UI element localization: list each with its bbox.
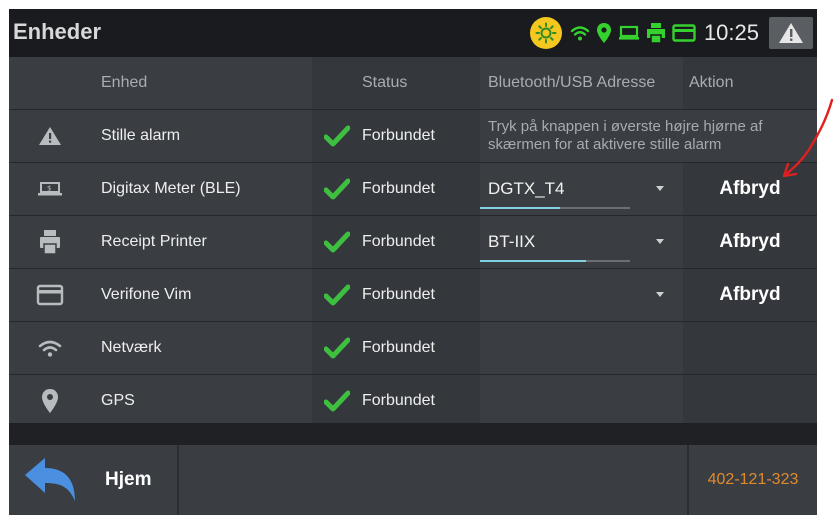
table-row: Stille alarm Forbundet Tryk på knappen i… (9, 110, 817, 163)
back-arrow-icon (25, 458, 75, 501)
card-icon (672, 24, 696, 42)
device-name: Stille alarm (101, 127, 181, 144)
table-row: Netværk Forbundet (9, 322, 817, 375)
location-icon (9, 375, 91, 427)
device-status: Forbundet (362, 233, 435, 250)
address-dropdown[interactable]: BT-IIX (480, 216, 664, 268)
disconnect-button[interactable]: Afbryd (719, 284, 780, 306)
column-header-device: Enhed (91, 57, 312, 109)
wifi-icon (570, 24, 590, 42)
device-name: Receipt Printer (101, 233, 207, 250)
devices-screen: Enheder 10:25 Enhed Status Bluetooth/USB… (9, 9, 817, 515)
home-button[interactable]: Hjem (9, 445, 177, 515)
check-icon (312, 269, 362, 321)
device-name: Netværk (101, 339, 162, 356)
column-header-status: Status (362, 57, 480, 109)
device-name: Verifone Vim (101, 286, 192, 303)
location-icon (596, 22, 612, 44)
warning-icon (9, 110, 91, 162)
divider-bar (9, 423, 817, 445)
table-row: $ Digitax Meter (BLE) Forbundet DGTX_T4 … (9, 163, 817, 216)
meter-icon: $ (9, 163, 91, 215)
address-dropdown[interactable] (480, 269, 664, 321)
column-header-address: Bluetooth/USB Adresse (480, 57, 683, 109)
bottom-bar: Hjem 402-121-323 (9, 445, 817, 515)
top-bar: Enheder 10:25 (9, 9, 817, 57)
check-icon (312, 322, 362, 374)
chevron-down-icon (656, 186, 664, 191)
address-note: Tryk på knappen i øverste højre hjørne a… (488, 118, 763, 153)
device-name: GPS (101, 392, 135, 409)
devices-table: Enhed Status Bluetooth/USB Adresse Aktio… (9, 57, 817, 428)
clock: 10:25 (703, 20, 759, 45)
disconnect-button[interactable]: Afbryd (719, 231, 780, 253)
device-name: Digitax Meter (BLE) (101, 180, 241, 197)
device-status: Forbundet (362, 127, 435, 144)
alert-icon (779, 23, 803, 43)
check-icon (312, 110, 362, 162)
table-row: GPS Forbundet (9, 375, 817, 428)
table-row: Receipt Printer Forbundet BT-IIX Afbryd (9, 216, 817, 269)
printer-icon (9, 216, 91, 268)
card-icon (9, 269, 91, 321)
annotation-arrow-icon (782, 98, 834, 178)
device-status: Forbundet (362, 286, 435, 303)
table-row: Verifone Vim Forbundet Afbryd (9, 269, 817, 322)
alert-button[interactable] (769, 17, 813, 49)
check-icon (312, 375, 362, 427)
device-status: Forbundet (362, 392, 435, 409)
device-status: Forbundet (362, 339, 435, 356)
serial-number: 402-121-323 (707, 471, 799, 488)
status-icons: 10:25 (529, 9, 817, 57)
check-icon (312, 163, 362, 215)
chevron-down-icon (656, 292, 664, 297)
meter-icon (618, 25, 640, 41)
wifi-icon (9, 322, 91, 374)
svg-text:$: $ (47, 185, 51, 193)
device-status: Forbundet (362, 180, 435, 197)
address-dropdown[interactable]: DGTX_T4 (480, 163, 664, 215)
chevron-down-icon (656, 239, 664, 244)
check-icon (312, 216, 362, 268)
printer-icon (646, 22, 666, 44)
table-header: Enhed Status Bluetooth/USB Adresse Aktio… (9, 57, 817, 110)
brightness-icon[interactable] (529, 17, 562, 49)
page-title: Enheder (13, 19, 102, 44)
